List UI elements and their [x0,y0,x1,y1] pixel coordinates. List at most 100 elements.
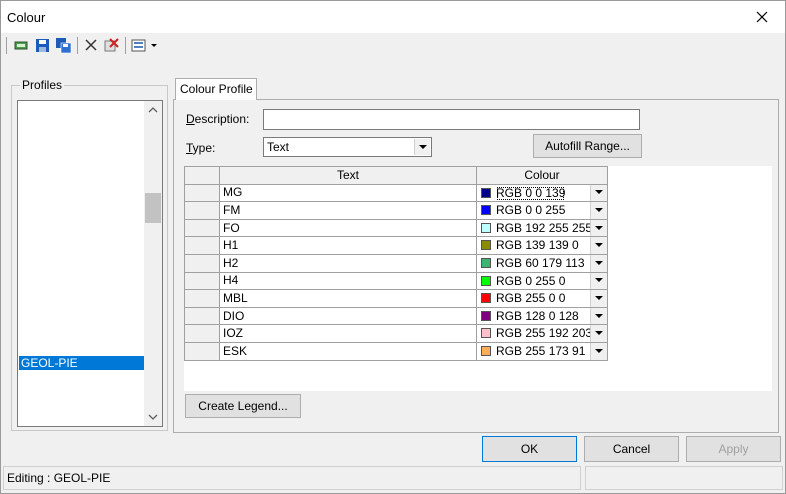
colour-dropdown-button[interactable] [590,237,607,254]
tab-colour-profile[interactable]: Colour Profile [175,78,257,100]
new-button[interactable] [13,37,30,54]
colour-cell[interactable]: RGB 255 173 91 [476,341,608,361]
grid-row[interactable]: DIO RGB 128 0 128 [184,306,608,326]
row-header[interactable] [184,218,220,238]
colour-cell[interactable]: RGB 255 0 0 [476,289,608,308]
colour-cell[interactable]: RGB 255 192 203 [476,324,608,343]
grid-row[interactable]: MG RGB 0 0 139 [184,183,608,203]
grid-row[interactable]: H1 RGB 139 139 0 [184,236,608,255]
column-header-text[interactable]: Text [219,166,477,185]
text-cell[interactable]: ESK [219,341,477,361]
close-icon [756,11,768,23]
text-cell[interactable]: FM [219,201,477,220]
text-cell[interactable]: H4 [219,271,477,291]
colour-value: RGB 128 0 128 [496,308,579,323]
options-icon [131,39,157,52]
grid-row[interactable]: MBL RGB 255 0 0 [184,289,608,308]
column-header-colour[interactable]: Colour [476,166,608,185]
text-cell[interactable]: FO [219,218,477,238]
text-cell[interactable]: MBL [219,289,477,308]
row-header[interactable] [184,306,220,326]
title-bar: Colour [1,1,785,33]
grid-row[interactable]: H4 RGB 0 255 0 [184,271,608,291]
colour-value: RGB 0 0 139 [496,185,566,200]
text-cell[interactable]: H1 [219,236,477,255]
colour-dropdown-button[interactable] [590,307,607,325]
text-cell[interactable]: DIO [219,306,477,326]
colour-dropdown-button[interactable] [590,219,607,237]
save-as-button[interactable] [55,37,72,54]
save-as-icon [56,38,72,54]
colour-swatch [481,222,491,233]
type-dropdown-button[interactable] [414,139,430,155]
delete-all-button[interactable] [103,37,120,54]
create-legend-button[interactable]: Create Legend... [185,394,301,418]
colour-value: RGB 192 255 255 [496,220,593,235]
colour-dropdown-button[interactable] [590,254,607,272]
row-header[interactable] [184,271,220,291]
grid-row[interactable]: H2 RGB 60 179 113 [184,253,608,273]
text-cell[interactable]: H2 [219,253,477,273]
colour-value: RGB 0 0 255 [496,203,566,218]
text-cell[interactable]: IOZ [219,324,477,343]
scroll-thumb[interactable] [145,193,161,223]
chevron-up-icon [148,107,158,113]
colour-cell[interactable]: RGB 139 139 0 [476,236,608,255]
text-cell[interactable]: MG [219,183,477,203]
colour-dropdown-button[interactable] [590,325,607,342]
colour-swatch [481,257,491,268]
grid-row[interactable]: FM RGB 0 0 255 [184,201,608,220]
row-header[interactable] [184,289,220,308]
options-dropdown-button[interactable] [131,37,161,54]
colour-dropdown-button[interactable] [590,202,607,219]
autofill-range-button[interactable]: Autofill Range... [533,134,642,158]
scroll-up-button[interactable] [144,101,162,119]
delete-button[interactable] [83,37,100,54]
chevron-down-icon [595,295,603,300]
profiles-scrollbar[interactable] [144,101,162,426]
row-header[interactable] [184,341,220,361]
description-label: Description: [186,112,250,126]
colour-grid: Text Colour MG RGB 0 0 139 FM RGB 0 0 255 FO… [184,166,608,361]
colour-cell[interactable]: RGB 192 255 255 [476,218,608,238]
description-field[interactable] [263,109,640,130]
colour-cell[interactable]: RGB 0 0 255 [476,201,608,220]
profile-item-geol-pie[interactable]: GEOL-PIE [19,356,145,370]
colour-dropdown-button[interactable] [590,290,607,307]
grid-row[interactable]: FO RGB 192 255 255 [184,218,608,238]
save-button[interactable] [34,37,51,54]
colour-dialog: Colour Profiles GEOL-PIE Colour Profile … [0,0,786,494]
type-select[interactable]: Text [263,137,432,157]
close-button[interactable] [739,1,785,33]
grid-row[interactable]: ESK RGB 255 173 91 [184,341,608,361]
profiles-list[interactable]: GEOL-PIE [17,100,163,427]
colour-cell[interactable]: RGB 0 0 139 [476,183,608,203]
colour-cell[interactable]: RGB 0 255 0 [476,271,608,291]
profiles-label: Profiles [20,78,65,92]
chevron-down-icon [595,348,603,353]
colour-dropdown-button[interactable] [590,184,607,202]
scroll-down-button[interactable] [144,408,162,426]
colour-dropdown-button[interactable] [590,342,607,360]
chevron-down-icon [595,278,603,283]
toolbar-separator [6,37,7,54]
colour-value: RGB 255 0 0 [496,291,566,306]
colour-cell[interactable]: RGB 60 179 113 [476,253,608,273]
row-header[interactable] [184,236,220,255]
row-header[interactable] [184,253,220,273]
type-label: Type: [186,141,216,155]
ok-button[interactable]: OK [482,436,577,462]
type-select-value: Text [267,140,290,154]
colour-value: RGB 255 192 203 [496,326,593,341]
row-header[interactable] [184,183,220,203]
cancel-button[interactable]: Cancel [584,436,679,462]
colour-cell[interactable]: RGB 128 0 128 [476,306,608,326]
grid-row[interactable]: IOZ RGB 255 192 203 [184,324,608,343]
row-header-corner [184,166,220,185]
chevron-down-icon [151,44,157,47]
window-title: Colour [7,10,46,25]
row-header[interactable] [184,201,220,220]
row-header[interactable] [184,324,220,343]
colour-dropdown-button[interactable] [590,272,607,290]
apply-button[interactable]: Apply [686,436,781,462]
